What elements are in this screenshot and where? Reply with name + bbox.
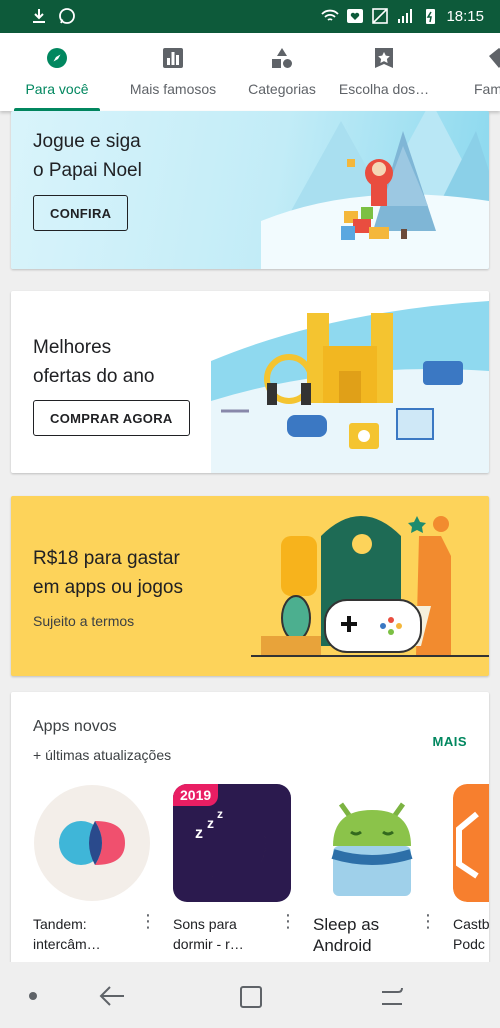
heart-app-icon: [347, 9, 364, 23]
mais-button[interactable]: MAIS: [433, 734, 468, 749]
gamepad-illustration: [251, 516, 489, 657]
dot-icon[interactable]: [28, 991, 38, 1001]
more-options-icon[interactable]: ⋮: [279, 912, 297, 930]
banner-title: R$18 para gastar em apps ou jogos: [33, 548, 183, 598]
credit-banner[interactable]: R$18 para gastar em apps ou jogos Sujeit…: [11, 496, 489, 676]
confira-button[interactable]: CONFIRA: [33, 195, 129, 231]
compass-icon: [47, 48, 67, 68]
moon-app-icon: zzz 2019: [173, 784, 291, 902]
app-card[interactable]: Sleep as Android ⋮: [313, 784, 437, 955]
ofertas-banner[interactable]: Melhores ofertas do ano COMPRAR AGORA: [11, 291, 489, 473]
castbox-app-icon: [453, 784, 489, 902]
tab-mais-famosos[interactable]: Mais famosos: [122, 33, 224, 111]
year-badge: 2019: [173, 784, 219, 806]
app-name: Sleep as Android: [313, 915, 380, 955]
tab-label: Fam: [474, 81, 500, 97]
app-name: Tandem: intercâm…: [33, 916, 101, 952]
category-tabs: Para você Mais famosos Categorias Escolh…: [0, 33, 500, 111]
santa-illustration: [261, 111, 489, 269]
castle-illustration: [211, 301, 489, 473]
tab-categorias[interactable]: Categorias: [238, 33, 326, 111]
tab-label: Categorias: [248, 81, 316, 97]
section-title: Apps novos: [33, 718, 117, 735]
shapes-icon: [272, 48, 292, 68]
home-icon[interactable]: [238, 984, 264, 1010]
no-sim-icon: [372, 8, 389, 24]
tandem-app-icon: [33, 784, 151, 902]
signal-icon: [398, 9, 413, 23]
family-icon: [489, 48, 500, 68]
back-icon[interactable]: [98, 984, 126, 1008]
tab-label: Mais famosos: [129, 81, 217, 97]
tab-escolha-dos-editores[interactable]: Escolha dos…: [336, 33, 432, 111]
recent-apps-icon[interactable]: [378, 984, 406, 1008]
app-card[interactable]: Castb Podc: [453, 784, 489, 952]
battery-charging-icon: [426, 9, 436, 24]
chart-icon: [163, 48, 183, 68]
app-card[interactable]: Tandem: intercâm… ⋮: [33, 784, 157, 952]
svg-text:z: z: [195, 825, 203, 842]
banner-title: Melhores ofertas do ano: [33, 337, 155, 387]
comprar-agora-button[interactable]: COMPRAR AGORA: [33, 400, 190, 436]
app-name: Castb Podc: [453, 916, 489, 952]
app-card[interactable]: zzz 2019 Sons para dormir - r… ⋮: [173, 784, 297, 952]
tab-familia[interactable]: Fam: [468, 33, 500, 111]
app-name: Sons para dormir - r…: [173, 916, 244, 952]
tab-label: Escolha dos…: [338, 81, 430, 97]
whatsapp-icon: [59, 8, 75, 24]
tab-label: Para você: [25, 81, 89, 97]
status-bar: 18:15: [0, 0, 500, 33]
more-options-icon[interactable]: ⋮: [419, 912, 437, 930]
svg-text:z: z: [217, 807, 223, 821]
more-options-icon[interactable]: ⋮: [139, 912, 157, 930]
download-icon: [33, 9, 45, 23]
svg-text:z: z: [207, 815, 214, 831]
tab-para-voce[interactable]: Para você: [14, 33, 100, 111]
system-navigation-bar: [0, 962, 500, 1028]
apps-novos-section: Apps novos + últimas atualizações MAIS T…: [11, 692, 489, 962]
sleep-android-app-icon: [313, 784, 431, 902]
banner-title: Jogue e siga o Papai Noel: [33, 131, 142, 181]
wifi-icon: [321, 9, 340, 21]
santa-banner[interactable]: Jogue e siga o Papai Noel CONFIRA: [11, 111, 489, 269]
banner-subtitle: Sujeito a termos: [33, 613, 135, 629]
clock: 18:15: [446, 7, 484, 25]
star-badge-icon: [375, 48, 393, 68]
section-subtitle: + últimas atualizações: [33, 747, 172, 763]
